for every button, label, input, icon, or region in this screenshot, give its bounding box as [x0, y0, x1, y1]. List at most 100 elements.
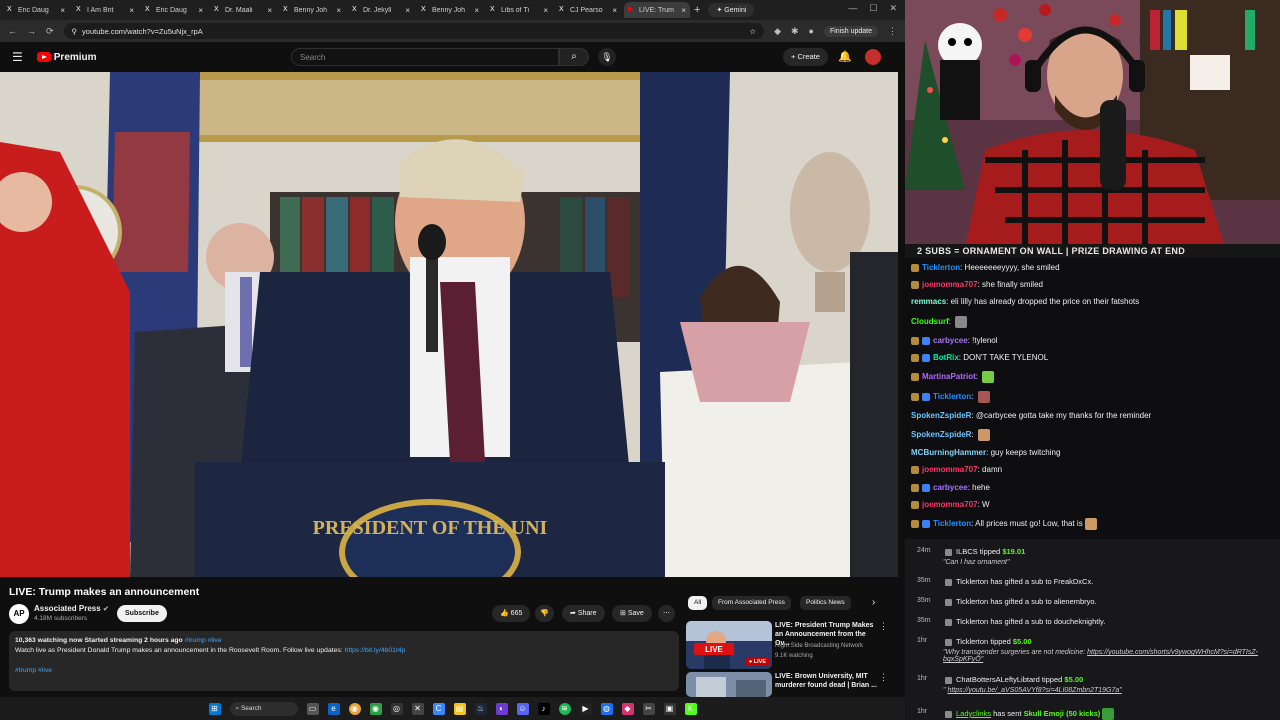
tab-close-icon[interactable]: ×: [681, 6, 686, 15]
chrome-alt-icon[interactable]: C: [432, 702, 445, 715]
event-user[interactable]: Ladyclinks: [956, 709, 991, 718]
task-view-icon[interactable]: ▭: [306, 702, 319, 715]
chat-username[interactable]: SpokenZspideR: [911, 430, 971, 439]
back-icon[interactable]: ←: [8, 26, 17, 36]
menu-dots-icon[interactable]: ⋮: [888, 26, 897, 37]
chat-username[interactable]: Ticklerton: [933, 392, 971, 401]
dislike-button[interactable]: 👎: [535, 605, 554, 622]
tab-close-icon[interactable]: ×: [543, 6, 548, 15]
chat-username[interactable]: MartinaPatriot: [922, 372, 976, 381]
chat-username[interactable]: Ticklerton: [922, 263, 960, 272]
steam-icon[interactable]: ♨: [474, 702, 487, 715]
close-window-icon[interactable]: ✕: [889, 3, 897, 14]
chat-username[interactable]: carbycee: [933, 483, 968, 492]
chat-username[interactable]: SpokenZspideR: [911, 411, 971, 420]
windows-start-icon[interactable]: ⊞: [208, 702, 221, 715]
chat-username[interactable]: joemomma707: [922, 500, 978, 509]
event-user[interactable]: ChatBottersALeftyLibtard: [956, 675, 1040, 684]
chat-username[interactable]: Cloudsurf: [911, 317, 949, 326]
kick-icon[interactable]: K: [684, 702, 697, 715]
browser-tab[interactable]: X CJ Pearso ×: [555, 2, 621, 18]
voice-search-icon[interactable]: 🎙: [598, 48, 616, 66]
browser-tab[interactable]: X Benny Joh ×: [417, 2, 483, 18]
browser-tab[interactable]: X Eric Daug ×: [141, 2, 207, 18]
notifications-bell-icon[interactable]: 🔔: [838, 50, 852, 63]
tiktok-icon[interactable]: ♪: [537, 702, 550, 715]
forward-icon[interactable]: →: [27, 26, 36, 36]
save-button[interactable]: ⊞ Save: [612, 605, 652, 622]
snipping-icon[interactable]: ✂: [642, 702, 655, 715]
profile-icon[interactable]: ●: [809, 26, 814, 36]
spotify-icon[interactable]: ≋: [558, 702, 571, 715]
description-tags[interactable]: #trump #live: [15, 667, 52, 674]
media-icon[interactable]: ▶: [579, 702, 592, 715]
chat-username[interactable]: carbycee: [933, 336, 968, 345]
chip-politics-news[interactable]: Politics News: [800, 596, 851, 610]
edge-icon[interactable]: e: [327, 702, 340, 715]
like-button[interactable]: 👍 665: [492, 605, 531, 622]
suggestion-menu-icon[interactable]: ⋮: [879, 672, 888, 683]
account-avatar[interactable]: [865, 49, 881, 65]
tab-close-icon[interactable]: ×: [198, 6, 203, 15]
channel-avatar[interactable]: AP: [9, 604, 29, 624]
suggestion-title[interactable]: LIVE: Brown University, MIT murderer fou…: [775, 672, 880, 690]
taskbar-search[interactable]: ⌕ Search: [229, 701, 298, 716]
tab-close-icon[interactable]: ×: [60, 6, 65, 15]
chat-username[interactable]: Ticklerton: [933, 519, 971, 528]
reload-icon[interactable]: ⟳: [46, 26, 54, 37]
finish-update-button[interactable]: Finish update: [823, 25, 878, 37]
discord-icon[interactable]: ☺: [516, 702, 529, 715]
browser-tab[interactable]: X Benny Joh ×: [279, 2, 345, 18]
share-button[interactable]: ➦ Share: [562, 605, 605, 622]
chat-username[interactable]: joemomma707: [922, 465, 978, 474]
browser-icon[interactable]: ◍: [600, 702, 613, 715]
event-user[interactable]: Ticklerton: [956, 617, 988, 626]
site-info-icon[interactable]: ⚲: [72, 27, 78, 36]
suggestion-menu-icon[interactable]: ⋮: [879, 621, 888, 632]
tab-close-icon[interactable]: ×: [129, 6, 134, 15]
tab-close-icon[interactable]: ×: [405, 6, 410, 15]
chat-username[interactable]: BotRix: [933, 353, 959, 362]
search-input[interactable]: Search: [291, 48, 559, 66]
event-user[interactable]: Ticklerton: [956, 597, 988, 606]
hamburger-menu-icon[interactable]: ☰: [12, 50, 23, 64]
browser-tab[interactable]: X Dr. Maali ×: [210, 2, 276, 18]
bookmark-star-icon[interactable]: ☆: [749, 27, 756, 36]
suggestion-thumbnail[interactable]: LIVE ● LIVE: [686, 621, 772, 669]
search-button[interactable]: ⌕: [559, 48, 589, 66]
address-bar[interactable]: ⚲ youtube.com/watch?v=Zu5uNjx_rpA ☆: [63, 23, 765, 39]
video-description[interactable]: 10,363 watching now Started streaming 2 …: [9, 631, 679, 691]
subscribe-button[interactable]: Subscribe: [117, 605, 167, 622]
browser-tab[interactable]: X Dr. Jekyll ×: [348, 2, 414, 18]
browser-tab[interactable]: ▶ LIVE: Trum ×: [624, 2, 690, 18]
chip-from-associated-press[interactable]: From Associated Press: [712, 596, 791, 610]
chat-username[interactable]: MCBurningHammer: [911, 448, 986, 457]
tab-close-icon[interactable]: ×: [612, 6, 617, 15]
new-tab-button[interactable]: +: [694, 4, 700, 16]
file-explorer-icon[interactable]: ▤: [453, 702, 466, 715]
description-hashtags[interactable]: #trump #live: [185, 637, 222, 644]
browser-tab[interactable]: X Libs of Ti ×: [486, 2, 552, 18]
chat-username[interactable]: remmacs: [911, 297, 946, 306]
suggestion-thumbnail[interactable]: [686, 672, 772, 697]
event-user[interactable]: Ticklerton: [956, 637, 988, 646]
tab-close-icon[interactable]: ×: [474, 6, 479, 15]
tab-close-icon[interactable]: ×: [267, 6, 272, 15]
obs-icon[interactable]: ◎: [390, 702, 403, 715]
video-player[interactable]: PRESIDENT OF THE UNI: [0, 72, 898, 577]
channel-name[interactable]: Associated Press ✔: [34, 604, 109, 613]
chips-next-chevron-icon[interactable]: ›: [872, 597, 875, 608]
app-icon[interactable]: ✕: [411, 702, 424, 715]
proton-icon[interactable]: ◐: [495, 702, 508, 715]
browser-tab[interactable]: X Eric Daug ×: [3, 2, 69, 18]
description-link[interactable]: https://bit.ly/4b01t4p: [345, 647, 406, 654]
event-message-link[interactable]: https://youtu.be/_aVS05AVYf8?si=4LI08Zmb…: [947, 687, 1121, 694]
event-user[interactable]: ILBCS: [956, 547, 978, 556]
chrome-icon[interactable]: ◉: [348, 702, 361, 715]
more-actions-button[interactable]: ⋯: [658, 605, 675, 622]
maximize-icon[interactable]: ☐: [869, 3, 877, 14]
chip-all[interactable]: All: [688, 596, 708, 610]
browser-tab[interactable]: X I Am Brit ×: [72, 2, 138, 18]
extensions-puzzle-icon[interactable]: ✱: [791, 26, 799, 37]
app-red-icon[interactable]: ◆: [621, 702, 634, 715]
